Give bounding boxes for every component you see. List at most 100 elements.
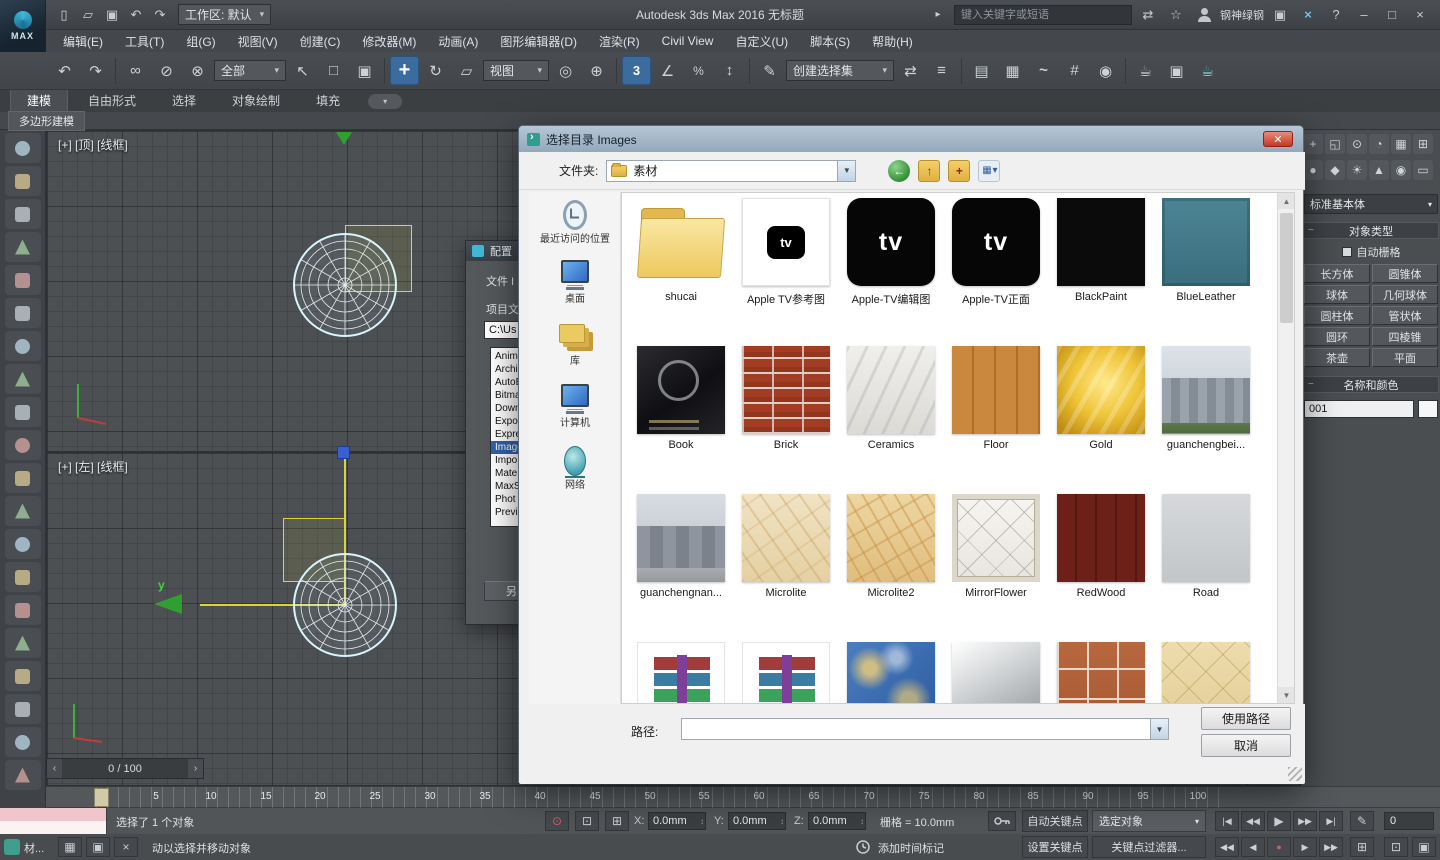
spinner-snap-toggle-icon[interactable] — [715, 56, 744, 85]
file-item-partial[interactable] — [1049, 642, 1153, 704]
left-toolbar-icon[interactable] — [5, 760, 41, 790]
pyramid-button[interactable]: 四棱锥 — [1372, 327, 1438, 346]
gizmo-handle[interactable] — [337, 446, 350, 459]
close-button[interactable] — [1408, 4, 1432, 26]
menu-edit[interactable]: 编辑(E) — [52, 30, 114, 52]
user-account-icon[interactable] — [1192, 4, 1216, 26]
menu-tools[interactable]: 工具(T) — [114, 30, 175, 52]
cylinder-button[interactable]: 圆柱体 — [1304, 306, 1370, 325]
undo-icon[interactable] — [124, 4, 148, 26]
space-warps-category-icon[interactable]: ▭ — [1413, 160, 1433, 180]
new-folder-icon[interactable] — [948, 160, 970, 182]
mini-window-close-icon[interactable] — [114, 837, 138, 857]
left-toolbar-icon[interactable] — [5, 661, 41, 691]
curve-editor-icon[interactable] — [1029, 56, 1058, 85]
file-item[interactable]: Ceramics — [839, 346, 943, 451]
select-and-rotate-icon[interactable] — [421, 56, 450, 85]
select-object-icon[interactable] — [288, 56, 317, 85]
back-icon[interactable] — [888, 160, 910, 182]
open-file-icon[interactable] — [76, 4, 100, 26]
menu-modifiers[interactable]: 修改器(M) — [351, 30, 427, 52]
file-item[interactable]: shucai — [629, 198, 733, 303]
lights-category-icon[interactable]: ☀ — [1347, 160, 1367, 180]
angle-snap-toggle-icon[interactable] — [653, 56, 682, 85]
left-toolbar-icon[interactable] — [5, 298, 41, 328]
place-network[interactable]: 网络 — [529, 444, 621, 492]
geosphere-button[interactable]: 几何球体 — [1372, 285, 1438, 304]
mirror-icon[interactable] — [896, 56, 925, 85]
wireframe-sphere[interactable] — [290, 230, 400, 340]
menu-scripting[interactable]: 脚本(S) — [799, 30, 861, 52]
left-toolbar-icon[interactable] — [5, 265, 41, 295]
absolute-mode-icon[interactable] — [605, 811, 629, 831]
torus-button[interactable]: 圆环 — [1304, 327, 1370, 346]
teapot-button[interactable]: 茶壶 — [1304, 348, 1370, 367]
minimized-window-icon[interactable] — [4, 839, 20, 855]
hierarchy-tab-icon[interactable]: ⊙ — [1347, 134, 1367, 154]
left-toolbar-icon[interactable] — [5, 232, 41, 262]
file-item[interactable]: Gold — [1049, 346, 1153, 451]
auto-key-button[interactable]: 自动关键点 — [1022, 810, 1088, 832]
play-icon[interactable] — [1267, 811, 1291, 831]
share-icon[interactable] — [1136, 4, 1160, 26]
left-toolbar-icon[interactable] — [5, 628, 41, 658]
modify-tab-icon[interactable]: ◱ — [1325, 134, 1345, 154]
dialog-titlebar[interactable]: 选择目录 Images — [519, 126, 1303, 152]
time-slider-handle[interactable] — [94, 788, 109, 807]
scroll-down-icon[interactable]: ▼ — [1278, 687, 1295, 703]
key-icon[interactable] — [988, 811, 1016, 831]
select-and-scale-icon[interactable] — [452, 56, 481, 85]
username[interactable]: 钢神绿钢 — [1220, 7, 1264, 23]
left-toolbar-icon[interactable] — [5, 496, 41, 526]
new-scene-icon[interactable] — [52, 4, 76, 26]
file-item[interactable]: RedWood — [1049, 494, 1153, 599]
left-toolbar-icon[interactable] — [5, 463, 41, 493]
primitive-category-dropdown[interactable]: 标准基本体 ▾ — [1304, 194, 1438, 214]
isolate-toggle-icon[interactable] — [1384, 837, 1408, 857]
selection-lock-pin-icon[interactable] — [545, 811, 569, 831]
polygon-modeling-panel[interactable]: 多边形建模 — [8, 111, 85, 131]
listener-macro-line[interactable] — [0, 808, 106, 821]
file-item[interactable]: Brick — [734, 346, 838, 451]
select-and-manipulate-icon[interactable] — [582, 56, 611, 85]
file-item-partial[interactable] — [839, 642, 943, 704]
file-list-area[interactable]: shucai tv Apple TV参考图 tv Apple-TV编辑图 tv … — [621, 192, 1295, 704]
use-pivot-point-icon[interactable] — [551, 56, 580, 85]
go-to-start-icon[interactable] — [1215, 811, 1239, 831]
ribbon-tab-object-paint[interactable]: 对象绘制 — [216, 89, 296, 112]
file-item[interactable]: Road — [1154, 494, 1258, 599]
window-crossing-icon[interactable] — [350, 56, 379, 85]
left-toolbar-icon[interactable] — [5, 694, 41, 724]
file-item-partial[interactable] — [1154, 642, 1258, 704]
named-selection-sets-dropdown[interactable]: 创建选择集▾ — [786, 60, 894, 81]
gizmo-marker-icon[interactable] — [336, 132, 352, 145]
redo-icon[interactable] — [148, 4, 172, 26]
helpers-category-icon[interactable]: ◉ — [1391, 160, 1411, 180]
autogrid-checkbox[interactable]: 自动栅格 — [1301, 244, 1440, 260]
object-color-swatch[interactable] — [1418, 400, 1438, 418]
resize-grip[interactable] — [1288, 767, 1302, 781]
place-computer[interactable]: 计算机 — [529, 382, 621, 430]
frame-back-icon[interactable] — [1241, 837, 1265, 857]
object-name-field[interactable]: 001 — [1304, 400, 1414, 418]
go-to-end-icon[interactable] — [1319, 811, 1343, 831]
menu-rendering[interactable]: 渲染(R) — [588, 30, 651, 52]
left-toolbar-icon[interactable] — [5, 727, 41, 757]
move-gizmo-arrow[interactable] — [154, 594, 182, 614]
utilities-tab-icon[interactable]: ⊞ — [1413, 134, 1433, 154]
render-production-icon[interactable] — [1193, 56, 1222, 85]
y-coordinate-field[interactable]: 0.0mm — [728, 812, 786, 830]
maxscript-mini-listener[interactable] — [0, 808, 107, 834]
shapes-category-icon[interactable]: ◆ — [1325, 160, 1345, 180]
ribbon-tab-populate[interactable]: 填充 — [300, 89, 356, 112]
file-item[interactable]: guanchengnan... — [629, 494, 733, 599]
rectangular-selection-region-icon[interactable] — [319, 56, 348, 85]
viewport-top-label[interactable]: [+] [顶] [线框] — [58, 136, 128, 153]
ribbon-tab-modeling[interactable]: 建模 — [10, 88, 68, 112]
z-coordinate-field[interactable]: 0.0mm — [808, 812, 866, 830]
menu-group[interactable]: 组(G) — [175, 30, 226, 52]
path-input[interactable] — [684, 720, 1144, 738]
file-item[interactable]: BlackPaint — [1049, 198, 1153, 303]
left-toolbar-icon[interactable] — [5, 331, 41, 361]
set-key-button[interactable]: 设置关键点 — [1022, 836, 1088, 858]
